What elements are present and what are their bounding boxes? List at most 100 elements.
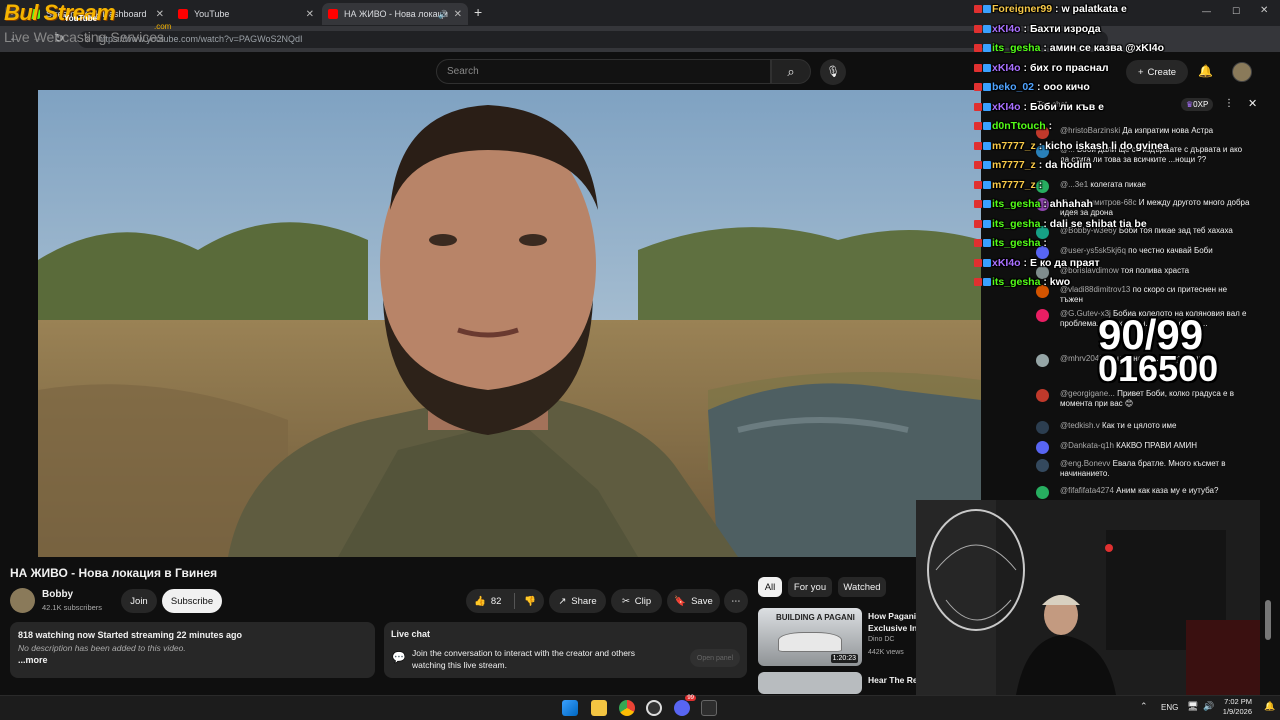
chat-message: @user-ys5sk5kj6q по честно качвай Боби xyxy=(1060,246,1250,256)
create-button[interactable]: + Create xyxy=(1126,60,1188,84)
search-button[interactable]: ⌕ xyxy=(771,59,811,84)
chat-text: Как ти е цялото име xyxy=(1101,421,1177,430)
separator: : xyxy=(1020,61,1030,74)
description-box[interactable]: 818 watching now Started streaming 22 mi… xyxy=(10,622,375,678)
chat-author[interactable]: @tedkish.v xyxy=(1060,421,1100,430)
avatar[interactable] xyxy=(1036,421,1049,434)
scrollbar-thumb[interactable] xyxy=(1265,600,1271,640)
chat-author[interactable]: @eng.Bonevv xyxy=(1060,459,1110,468)
tab-youtube[interactable]: YouTube ✕ xyxy=(172,3,320,25)
like-count[interactable]: 82 xyxy=(491,596,502,607)
url-bar[interactable]: ⚙ https://www.youtube.com/watch?v=PAGWoS… xyxy=(78,31,1108,48)
avatar[interactable] xyxy=(10,588,35,613)
notifications-icon[interactable]: 🔔 xyxy=(1198,64,1213,78)
terminal-icon[interactable] xyxy=(701,700,717,716)
kick-chat-text: ahhahah xyxy=(1049,198,1093,210)
close-icon[interactable]: ✕ xyxy=(306,9,314,20)
chat-author[interactable]: @georgigane... xyxy=(1060,389,1115,398)
share-label: Share xyxy=(571,595,597,607)
kick-chat-line: its_gesha : dali se shibat tia be xyxy=(974,218,1147,230)
clip-button[interactable]: ✂ Clip xyxy=(611,589,662,613)
open-panel-button[interactable]: Open panel xyxy=(690,649,740,667)
clock-time: 7:02 PM xyxy=(1224,697,1252,706)
open-panel-label: Open panel xyxy=(696,654,734,662)
kick-chat-user: m7777_z xyxy=(992,178,1036,191)
chat-author[interactable]: @...3e1 xyxy=(1060,180,1088,189)
chat-author[interactable]: @user-ys5sk5kj6q xyxy=(1060,246,1126,255)
avatar[interactable] xyxy=(1232,62,1252,82)
file-explorer-icon[interactable] xyxy=(591,700,607,716)
avatar[interactable] xyxy=(1036,309,1049,322)
obs-icon[interactable] xyxy=(646,700,662,716)
discord-icon[interactable]: 99 xyxy=(674,695,696,716)
close-icon[interactable]: ✕ xyxy=(1248,97,1257,110)
tray-chevron-icon[interactable]: ⌃ xyxy=(1140,701,1148,712)
kick-chat-line: its_gesha : ahhahah xyxy=(974,198,1093,210)
tab-live-video[interactable]: НА ЖИВО - Нова локаци 🔊 ✕ xyxy=(322,3,468,25)
language-indicator[interactable]: ENG xyxy=(1161,703,1178,712)
voice-search-button[interactable]: 🎙 xyxy=(820,59,846,85)
video-player[interactable] xyxy=(38,90,981,557)
recommended-title[interactable]: How Pagani Exclusive Ins xyxy=(868,610,916,634)
subscriber-count: 42.1K subscribers xyxy=(42,603,103,612)
volume-icon[interactable]: 🔊 xyxy=(1203,701,1214,712)
join-button[interactable]: Join xyxy=(121,589,157,613)
more-link[interactable]: ...more xyxy=(18,655,367,665)
recommended-views: 442K views xyxy=(868,649,904,656)
avatar[interactable] xyxy=(1036,389,1049,402)
chrome-icon[interactable] xyxy=(619,700,635,716)
badge-icon xyxy=(974,180,982,189)
badge-icon xyxy=(974,5,982,14)
recommended-title[interactable]: Hear The Re xyxy=(868,675,916,685)
chat-text: тоя полива храста xyxy=(1121,266,1190,275)
counter-bottom: 016500 xyxy=(1098,348,1219,389)
recommended-thumbnail[interactable]: BUILDING A PAGANI 1:20:23 xyxy=(758,608,862,666)
avatar[interactable] xyxy=(1036,486,1049,499)
recommended-thumbnail[interactable] xyxy=(758,672,862,694)
notification-icon[interactable]: 🔔 xyxy=(1264,701,1275,712)
windows-taskbar: 99 ⌃ ENG 🖥 🔊 7:02 PM 1/9/2026 🔔 xyxy=(0,695,1280,720)
chip-for-you[interactable]: For you xyxy=(788,577,832,597)
xp-badge[interactable]: ♛0XP xyxy=(1181,98,1214,111)
save-button[interactable]: 🔖 Save xyxy=(667,589,720,613)
avatar[interactable] xyxy=(1036,441,1049,454)
avatar[interactable] xyxy=(1036,354,1049,367)
channel-name[interactable]: Bobby xyxy=(42,589,73,600)
audio-icon[interactable]: 🔊 xyxy=(438,10,448,19)
scrollbar[interactable] xyxy=(1264,88,1272,648)
search-input[interactable]: Search xyxy=(436,59,771,84)
chat-author[interactable]: @Dankata-q1h xyxy=(1060,441,1114,450)
window-close-icon[interactable]: ✕ xyxy=(1260,5,1268,16)
chat-author[interactable]: @vladi88dimitrov13 xyxy=(1060,285,1130,294)
chat-text: колегата пикае xyxy=(1090,180,1146,189)
kick-chat-text: ооо кичо xyxy=(1043,81,1090,93)
chat-text: КАКВО ПРАВИ АМИН xyxy=(1116,441,1198,450)
more-actions-button[interactable]: ⋯ xyxy=(724,589,748,613)
kick-chat-text: бих го праснал xyxy=(1029,61,1109,74)
new-tab-button[interactable]: + xyxy=(474,4,482,20)
chip-all[interactable]: All xyxy=(758,577,782,597)
tab-title: НА ЖИВО - Нова локаци xyxy=(344,9,448,19)
more-icon[interactable]: ⋮ xyxy=(1224,98,1234,109)
kick-chat-text: kicho iskash li do gvinea xyxy=(1045,139,1169,152)
windows-start-icon[interactable] xyxy=(562,700,578,716)
close-icon[interactable]: ✕ xyxy=(454,9,462,20)
chat-author[interactable]: @fifafifata4274 xyxy=(1060,486,1114,495)
kick-chat-user: m7777_z xyxy=(992,159,1036,171)
avatar[interactable] xyxy=(1036,459,1049,472)
dislike-icon[interactable]: 👎 xyxy=(524,596,536,607)
chip-watched[interactable]: Watched xyxy=(838,577,886,597)
window-minimize-icon[interactable]: — xyxy=(1202,6,1211,16)
kick-chat-line: xKI4o : бих го праснал xyxy=(974,62,1109,74)
share-button[interactable]: ↗ Share xyxy=(549,589,606,613)
clock[interactable]: 7:02 PM 1/9/2026 xyxy=(1218,697,1252,717)
kick-chat-user: d0nTtouch xyxy=(992,120,1046,132)
window-maximize-icon[interactable]: ☐ xyxy=(1232,6,1240,17)
like-icon[interactable]: 👍 xyxy=(474,596,486,607)
chat-author[interactable]: @hristoBarzinski xyxy=(1060,126,1120,135)
subscribe-button[interactable]: Subscribe xyxy=(162,589,222,613)
badge-icon xyxy=(974,278,982,287)
kick-chat-user: xKI4o xyxy=(992,22,1021,35)
network-icon[interactable]: 🖥 xyxy=(1187,701,1198,712)
video-frame xyxy=(38,90,981,557)
